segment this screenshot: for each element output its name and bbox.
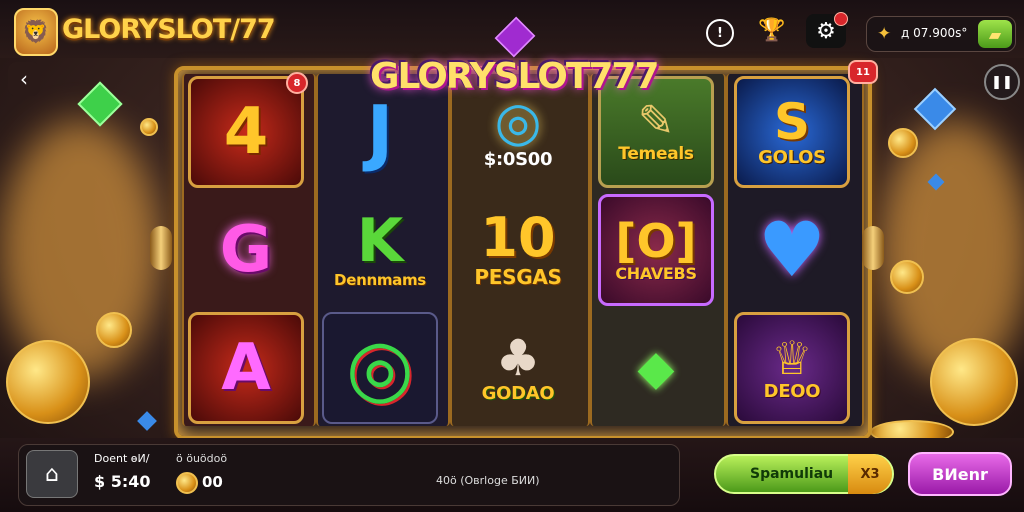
symbol-tile: ♥ — [734, 194, 850, 306]
symbol-glyph: S — [773, 92, 810, 151]
notification-dot — [834, 12, 848, 26]
symbol-tile: S GOLOS — [734, 76, 850, 188]
gold-coin-decor — [890, 260, 924, 294]
lion-logo-icon: 🦁 — [14, 8, 58, 56]
symbol-glyph: ♥ — [757, 205, 827, 294]
symbol-tile: G — [188, 194, 304, 306]
symbol-glyph: J — [366, 90, 394, 174]
symbol-glyph: 10 — [480, 206, 556, 269]
symbol-tile: ♣ GODAO — [460, 312, 576, 424]
brand-title: GLORYSLOT/77 — [62, 14, 276, 45]
coin-icon — [176, 472, 198, 494]
symbol-tile: A — [188, 312, 304, 424]
spin-button[interactable]: Spamuliau X3 — [714, 454, 894, 494]
badge-right: 11 — [848, 60, 878, 84]
symbol-glyph: ♣ — [495, 328, 541, 387]
symbol-tile: 10 PESGAS — [460, 194, 576, 306]
wallet-balance[interactable]: ✦ д 07.900s° ▰ — [866, 16, 1016, 52]
blue-gem-decor — [137, 411, 157, 431]
balance-label: Doent өИ/ — [94, 452, 150, 465]
symbol-tile: ♕ DEOO — [734, 312, 850, 424]
symbol-glyph: [O] — [615, 213, 697, 268]
symbol-glyph: ◎ — [345, 323, 415, 413]
info-icon[interactable]: ! — [706, 19, 734, 47]
gold-coin-decor — [140, 118, 158, 136]
symbol-caption: DEOO — [763, 380, 821, 402]
bonus-label: ö öuödoö — [176, 452, 228, 465]
symbol-caption: $:0S00 — [483, 148, 553, 170]
bet-button[interactable]: BИenr — [908, 452, 1012, 496]
chevron-left-icon: ‹ — [20, 67, 28, 91]
cash-add-icon[interactable]: ▰ — [978, 20, 1012, 48]
left-light-glow — [0, 120, 160, 380]
coin-icon: ✦ — [877, 24, 892, 44]
pause-icon: ❚❚ — [991, 74, 1013, 90]
symbol-tile: ◆ — [598, 312, 714, 424]
home-icon: ⌂ — [45, 461, 59, 487]
reels-frame: 4 G A J K Dennmams ◎ ◎ $:0S00 10 PESGAS … — [174, 66, 872, 440]
gold-coin-decor — [96, 312, 132, 348]
symbol-tile: K Dennmams — [322, 194, 438, 306]
symbol-glyph: G — [219, 213, 273, 287]
symbol-caption: GOLOS — [758, 146, 826, 168]
gold-coin-decor — [6, 340, 90, 424]
symbol-caption: GODAO — [481, 382, 555, 404]
symbol-tile: 4 — [188, 76, 304, 188]
symbol-glyph: K — [356, 206, 404, 276]
gold-coin-decor — [930, 338, 1018, 426]
symbol-glyph: A — [221, 331, 271, 405]
bet-info-text: 40ö (Oвrlоgе БИИ) — [436, 474, 540, 487]
gold-coin-decor — [888, 128, 918, 158]
symbol-glyph: 4 — [223, 95, 269, 169]
symbol-glyph: ♕ — [771, 330, 813, 385]
balance-value: $ 5:40 — [94, 472, 151, 491]
home-button[interactable]: ⌂ — [26, 450, 78, 498]
spin-multiplier[interactable]: X3 — [848, 454, 892, 494]
symbol-tile: [O] CHAVEBS — [598, 194, 714, 306]
symbol-tile: ◎ — [322, 312, 438, 424]
symbol-glyph: ✎ — [637, 96, 675, 147]
symbol-glyph: ◎ — [494, 89, 542, 153]
pause-button[interactable]: ❚❚ — [984, 64, 1020, 100]
symbol-glyph: ◆ — [637, 340, 675, 396]
symbol-caption: Dennmams — [334, 271, 426, 289]
wallet-amount: д 07.900s° — [901, 26, 968, 40]
trophy-icon[interactable]: 🏆 — [756, 14, 788, 46]
right-light-glow — [880, 120, 1024, 380]
symbol-caption: CHAVEBS — [615, 263, 697, 283]
game-logo: GLORYSLOT777 — [370, 56, 660, 97]
badge-left: 8 — [286, 72, 308, 94]
frame-handle-right — [862, 226, 884, 270]
symbol-caption: Temeals — [618, 144, 694, 164]
symbol-caption: PESGAS — [474, 265, 562, 289]
bonus-value: 00 — [202, 473, 223, 491]
frame-handle-left — [150, 226, 172, 270]
spin-label: Spamuliau — [750, 466, 834, 482]
back-button[interactable]: ‹ — [8, 62, 40, 96]
